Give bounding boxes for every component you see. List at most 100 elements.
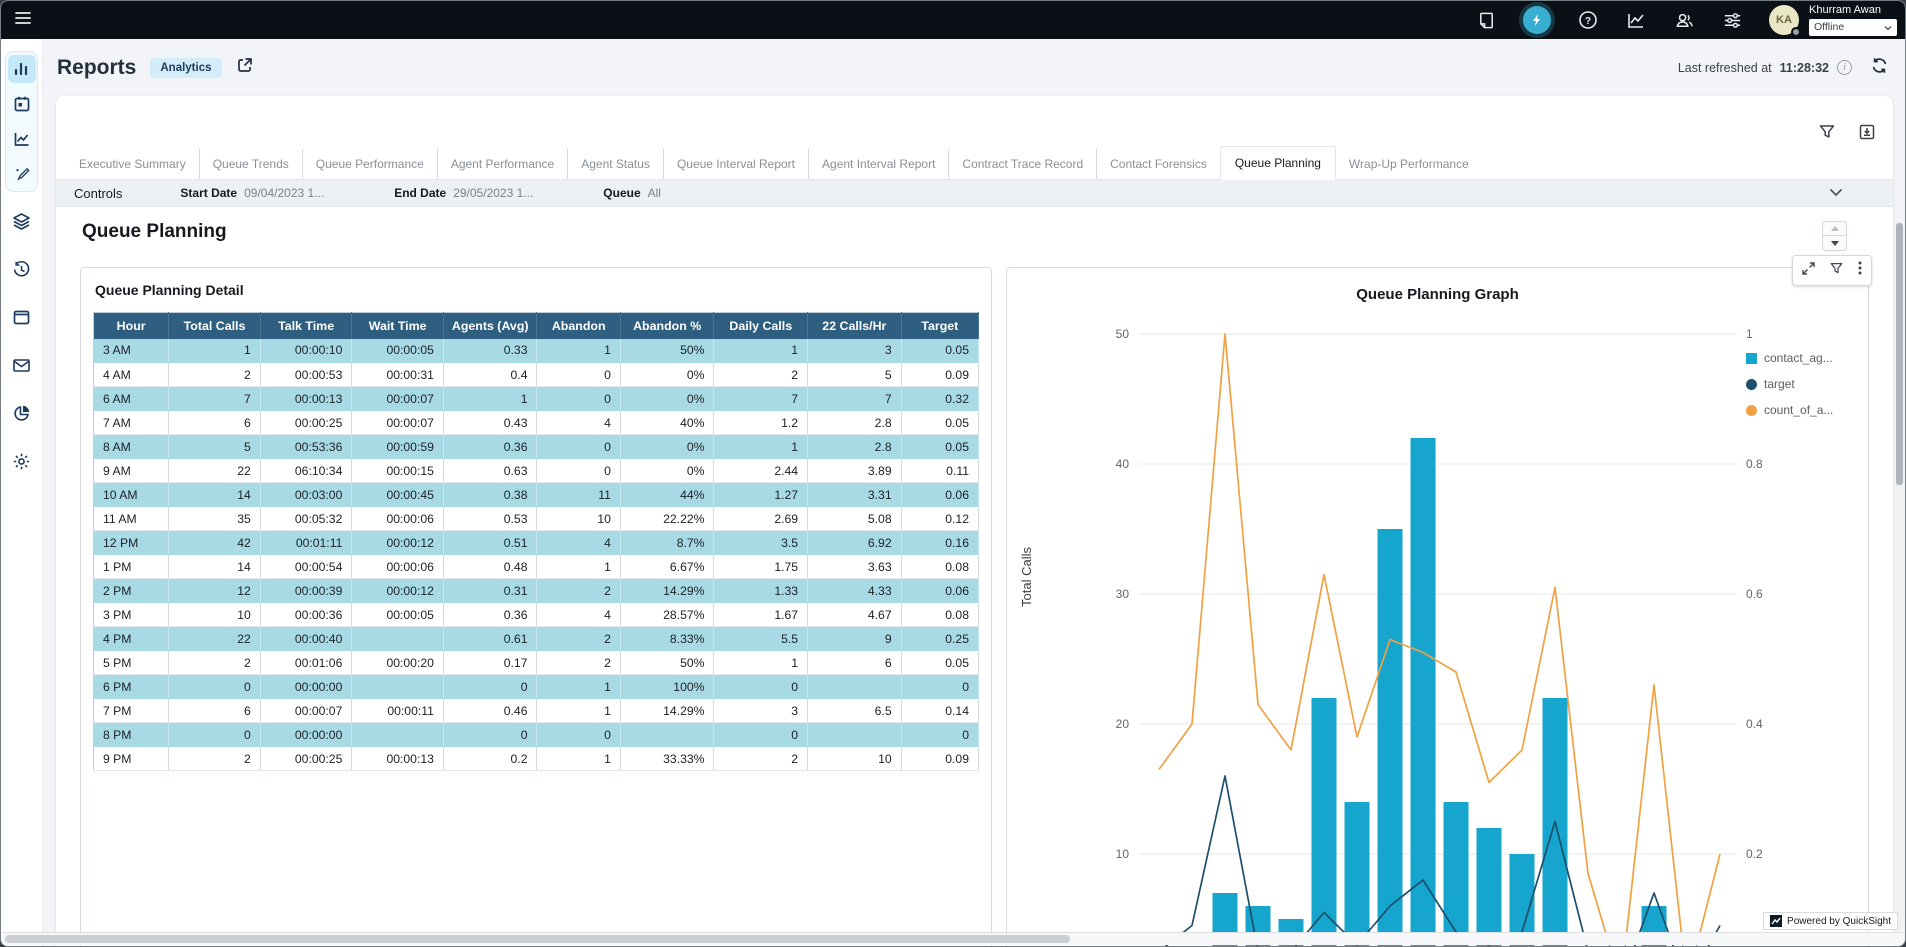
table-row: 12 PM4200:01:1100:00:120.5148.7%3.56.920… — [94, 531, 979, 555]
table-cell: 0 — [443, 723, 537, 747]
tab-contact-forensics[interactable]: Contact Forensics — [1096, 149, 1220, 179]
table-cell: 1 — [443, 387, 537, 411]
table-cell: 0 — [169, 723, 261, 747]
legend-item-target[interactable]: target — [1746, 377, 1858, 391]
status-select[interactable]: Offline — [1809, 19, 1897, 36]
filter-icon[interactable] — [1819, 124, 1835, 145]
table-cell: 00:00:39 — [260, 579, 352, 603]
table-cell: 0 — [537, 435, 620, 459]
horizontal-scrollbar-thumb[interactable] — [5, 935, 1070, 943]
download-icon[interactable] — [1859, 124, 1875, 145]
table-cell: 00:00:07 — [260, 699, 352, 723]
kebab-menu-icon[interactable] — [1858, 261, 1862, 280]
sidebar-item-design[interactable] — [8, 160, 36, 188]
column-header[interactable]: Target — [901, 313, 978, 339]
gear-icon — [12, 452, 31, 471]
help-icon[interactable]: ? — [1577, 9, 1599, 31]
table-cell: 6 PM — [94, 675, 169, 699]
tab-executive-summary[interactable]: Executive Summary — [66, 149, 199, 179]
table-cell: 1 PM — [94, 555, 169, 579]
legend-swatch — [1746, 379, 1757, 390]
avatar[interactable]: KA — [1769, 5, 1799, 35]
table-cell: 0.17 — [443, 651, 537, 675]
tab-wrap-up-performance[interactable]: Wrap-Up Performance — [1336, 149, 1482, 179]
sidebar-item-reports[interactable] — [8, 125, 36, 153]
column-header[interactable]: Abandon — [537, 313, 620, 339]
table-cell: 3.5 — [714, 531, 808, 555]
stepper-down-icon[interactable] — [1823, 236, 1846, 250]
app-window: ? KA Khurram Awan Offline — [0, 0, 1906, 947]
legend-item-count-of-a-[interactable]: count_of_a... — [1746, 403, 1858, 417]
tab-contract-trace-record[interactable]: Contract Trace Record — [948, 149, 1096, 179]
sidebar-item-history[interactable] — [12, 260, 31, 284]
tab-queue-performance[interactable]: Queue Performance — [302, 149, 437, 179]
sheet-stepper[interactable] — [1822, 221, 1847, 251]
hamburger-menu-icon[interactable] — [13, 8, 33, 33]
column-header[interactable]: Hour — [94, 313, 169, 339]
sidebar-item-dashboards[interactable] — [8, 55, 36, 83]
expand-icon[interactable] — [1802, 262, 1815, 280]
table-row: 9 PM200:00:2500:00:130.2133.33%2100.09 — [94, 747, 979, 771]
sidebar-item-mail[interactable] — [12, 356, 31, 380]
table-row: 10 AM1400:03:0000:00:450.381144%1.273.31… — [94, 483, 979, 507]
table-cell: 00:00:06 — [352, 507, 444, 531]
table-cell: 1 — [537, 747, 620, 771]
sidebar-item-workspace[interactable] — [12, 308, 31, 332]
sidebar-item-schedule[interactable] — [8, 90, 36, 118]
table-cell: 33.33% — [620, 747, 714, 771]
end-date-value: 29/05/2023 1... — [453, 186, 533, 200]
table-cell: 14.29% — [620, 579, 714, 603]
contacts-icon[interactable] — [1673, 9, 1695, 31]
table-cell: 0 — [714, 723, 808, 747]
stepper-up-icon[interactable] — [1823, 222, 1846, 236]
column-header[interactable]: Wait Time — [352, 313, 444, 339]
table-cell: 0 — [169, 675, 261, 699]
bar-12pm — [1411, 438, 1436, 947]
tab-queue-trends[interactable]: Queue Trends — [199, 149, 302, 179]
quick-actions-bolt-icon[interactable] — [1523, 6, 1551, 34]
tab-agent-status[interactable]: Agent Status — [567, 149, 663, 179]
sidebar-item-analytics-pie[interactable] — [12, 404, 31, 428]
table-cell: 22 — [169, 627, 261, 651]
bar-10am — [1345, 802, 1370, 947]
legend-swatch — [1746, 353, 1757, 364]
info-icon[interactable]: i — [1837, 60, 1852, 75]
column-header[interactable]: 22 Calls/Hr — [808, 313, 902, 339]
notes-icon[interactable] — [1475, 9, 1497, 31]
tab-queue-interval-report[interactable]: Queue Interval Report — [663, 149, 808, 179]
table-cell: 1 — [714, 339, 808, 363]
column-header[interactable]: Total Calls — [169, 313, 261, 339]
chart-filter-icon[interactable] — [1830, 262, 1843, 280]
horizontal-scrollbar[interactable] — [2, 932, 1904, 945]
table-cell: 4.33 — [808, 579, 902, 603]
controls-collapse-chevron-icon[interactable] — [1829, 186, 1843, 200]
table-cell: 42 — [169, 531, 261, 555]
avatar-initials: KA — [1776, 14, 1792, 26]
legend-item-contact-ag-[interactable]: contact_ag... — [1746, 351, 1858, 365]
column-header[interactable]: Abandon % — [620, 313, 714, 339]
vertical-scrollbar-thumb[interactable] — [1896, 223, 1903, 485]
refresh-icon[interactable] — [1870, 56, 1889, 80]
queue-planning-table[interactable]: HourTotal CallsTalk TimeWait TimeAgents … — [93, 312, 979, 771]
control-end-date[interactable]: End Date 29/05/2023 1... — [394, 186, 533, 200]
vertical-scrollbar[interactable] — [1896, 223, 1903, 930]
tab-agent-interval-report[interactable]: Agent Interval Report — [808, 149, 948, 179]
external-link-icon[interactable] — [236, 56, 254, 79]
column-header[interactable]: Daily Calls — [714, 313, 808, 339]
metrics-icon[interactable] — [1625, 9, 1647, 31]
table-cell: 00:00:06 — [352, 555, 444, 579]
control-start-date[interactable]: Start Date 09/04/2023 1... — [180, 186, 324, 200]
start-date-label: Start Date — [180, 186, 237, 200]
sliders-icon[interactable] — [1721, 9, 1743, 31]
table-cell: 2.8 — [808, 435, 902, 459]
queue-planning-graph-card: Queue Planning Graph Total Calls 501400.… — [1006, 267, 1869, 947]
column-header[interactable]: Talk Time — [260, 313, 352, 339]
tab-agent-performance[interactable]: Agent Performance — [437, 149, 567, 179]
control-queue[interactable]: Queue All — [603, 186, 661, 200]
sidebar-item-settings[interactable] — [12, 452, 31, 476]
table-cell: 1 — [537, 555, 620, 579]
tab-queue-planning[interactable]: Queue Planning — [1220, 146, 1336, 180]
table-cell: 00:00:10 — [260, 339, 352, 363]
sidebar-item-layers[interactable] — [12, 212, 31, 236]
column-header[interactable]: Agents (Avg) — [443, 313, 537, 339]
